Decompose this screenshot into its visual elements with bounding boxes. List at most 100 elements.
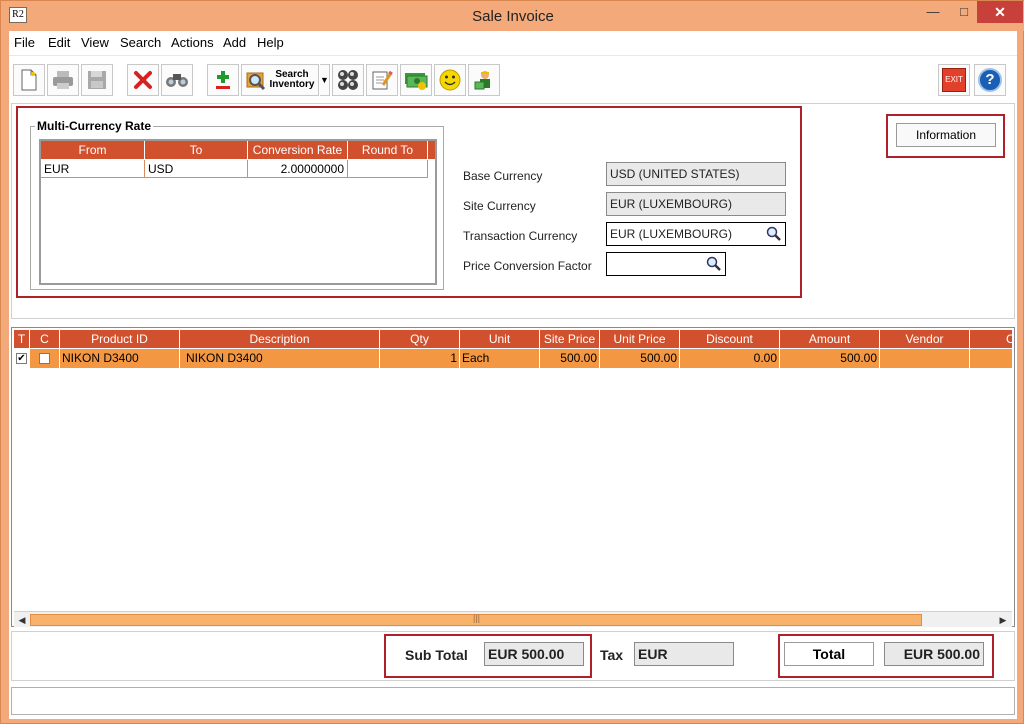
menu-edit[interactable]: Edit <box>48 35 70 50</box>
base-currency-label: Base Currency <box>463 169 543 183</box>
col-vendor[interactable]: Vendor <box>880 330 970 348</box>
scroll-left-icon[interactable]: ◀ <box>15 613 29 627</box>
transaction-currency-search-icon[interactable] <box>766 226 782 242</box>
add-plus-icon <box>216 71 230 89</box>
tax-field: EUR <box>634 642 734 666</box>
col-unit[interactable]: Unit <box>460 330 540 348</box>
menu-bar: File Edit View Search Actions Add Help <box>9 31 1017 53</box>
col-c[interactable]: C <box>30 330 60 348</box>
salesperson-button[interactable] <box>468 64 500 96</box>
menu-file[interactable]: File <box>14 35 35 50</box>
customer-button[interactable] <box>434 64 466 96</box>
maximize-icon[interactable]: □ <box>950 1 978 23</box>
site-currency-field: EUR (LUXEMBOURG) <box>606 192 786 216</box>
save-button[interactable] <box>81 64 113 96</box>
row-qty[interactable]: 1 <box>380 349 460 368</box>
col-product-id[interactable]: Product ID <box>60 330 180 348</box>
minimize-icon[interactable]: — <box>919 1 947 23</box>
mc-cell-round-to[interactable] <box>348 160 428 178</box>
horizontal-scrollbar[interactable]: ◀ ||| ▶ <box>14 611 1012 627</box>
query-circles-icon <box>338 70 358 90</box>
notes-button[interactable] <box>366 64 398 96</box>
col-c-extra[interactable]: C <box>970 330 1015 348</box>
help-button[interactable]: ? <box>974 64 1006 96</box>
multi-currency-table: From To Conversion Rate Round To EUR USD… <box>39 139 437 285</box>
payment-button[interactable] <box>400 64 432 96</box>
scroll-grip: ||| <box>473 613 481 623</box>
exit-button[interactable]: EXIT <box>938 64 970 96</box>
menu-add[interactable]: Add <box>223 35 246 50</box>
multi-currency-rate-legend: Multi-Currency Rate <box>35 119 154 133</box>
price-conversion-factor-field[interactable] <box>606 252 726 276</box>
mc-cell-rate[interactable]: 2.00000000 <box>248 160 348 178</box>
col-discount[interactable]: Discount <box>680 330 780 348</box>
money-icon <box>405 73 428 90</box>
row-product-id[interactable]: NIKON D3400 <box>60 349 180 368</box>
menu-view[interactable]: View <box>81 35 109 50</box>
new-document-button[interactable] <box>13 64 45 96</box>
mc-col-from[interactable]: From <box>41 141 145 159</box>
menu-search[interactable]: Search <box>120 35 161 50</box>
smiley-icon <box>439 69 461 91</box>
window-title: Sale Invoice <box>472 8 554 25</box>
line-items-grid: T C Product ID Description Qty Unit Site… <box>11 327 1015 627</box>
scroll-thumb[interactable]: ||| <box>30 613 922 626</box>
total-label: Total <box>784 642 874 666</box>
col-description[interactable]: Description <box>180 330 380 348</box>
print-button[interactable] <box>47 64 79 96</box>
help-icon: ? <box>978 68 1002 92</box>
transaction-currency-value: EUR (LUXEMBOURG) <box>610 227 733 241</box>
row-unit[interactable]: Each <box>460 349 540 368</box>
search-inventory-label-2: Inventory <box>269 79 315 90</box>
mc-col-conversion-rate[interactable]: Conversion Rate <box>248 141 348 159</box>
col-qty[interactable]: Qty <box>380 330 460 348</box>
close-icon[interactable]: ✕ <box>977 1 1023 23</box>
row-amount[interactable]: 500.00 <box>780 349 880 368</box>
title-bar: R2 Sale Invoice — □ ✕ <box>1 1 1024 31</box>
base-currency-field: USD (UNITED STATES) <box>606 162 786 186</box>
transaction-currency-field[interactable]: EUR (LUXEMBOURG) <box>606 222 786 246</box>
row-t-checkbox[interactable]: ✔ <box>16 353 27 364</box>
row-c-checkbox[interactable] <box>39 353 50 364</box>
client-area: File Edit View Search Actions Add Help S… <box>9 31 1017 719</box>
total-field: EUR 500.00 <box>884 642 984 666</box>
sub-total-field: EUR 500.00 <box>484 642 584 666</box>
totals-panel: Sub Total EUR 500.00 Tax EUR Total EUR 5… <box>11 631 1015 681</box>
toolbar: Search Inventory ▼ EXIT ? <box>9 55 1017 101</box>
mc-col-to[interactable]: To <box>145 141 248 159</box>
price-conversion-factor-label: Price Conversion Factor <box>463 259 592 273</box>
sale-invoice-window: R2 Sale Invoice — □ ✕ File Edit View Sea… <box>0 0 1024 724</box>
row-unit-price[interactable]: 500.00 <box>600 349 680 368</box>
mc-col-round-to[interactable]: Round To <box>348 141 428 159</box>
exit-icon: EXIT <box>942 68 966 92</box>
col-t[interactable]: T <box>14 330 30 348</box>
row-vendor[interactable] <box>880 349 970 368</box>
row-site-price[interactable]: 500.00 <box>540 349 600 368</box>
col-amount[interactable]: Amount <box>780 330 880 348</box>
status-bar <box>11 687 1015 715</box>
transaction-currency-label: Transaction Currency <box>463 229 578 243</box>
scroll-right-icon[interactable]: ▶ <box>996 613 1010 627</box>
menu-actions[interactable]: Actions <box>171 35 214 50</box>
save-disk-icon <box>88 71 106 89</box>
row-discount[interactable]: 0.00 <box>680 349 780 368</box>
row-description[interactable]: NIKON D3400 <box>180 349 380 368</box>
search-inventory-dropdown[interactable]: ▼ <box>320 64 330 96</box>
add-line-button[interactable] <box>207 64 239 96</box>
col-site-price[interactable]: Site Price <box>540 330 600 348</box>
query-button[interactable] <box>332 64 364 96</box>
information-button[interactable]: Information <box>896 123 996 147</box>
find-button[interactable] <box>161 64 193 96</box>
mc-cell-from[interactable]: EUR <box>41 160 145 178</box>
worker-money-icon <box>474 71 490 90</box>
currency-panel: Multi-Currency Rate From To Conversion R… <box>11 103 1015 319</box>
mc-cell-to[interactable]: USD <box>145 160 248 178</box>
price-conversion-factor-search-icon[interactable] <box>706 256 722 272</box>
new-document-icon <box>21 69 37 91</box>
menu-help[interactable]: Help <box>257 35 284 50</box>
binoculars-icon <box>166 74 188 87</box>
col-unit-price[interactable]: Unit Price <box>600 330 680 348</box>
search-inventory-button[interactable]: Search Inventory <box>241 64 319 96</box>
tax-label: Tax <box>600 647 624 663</box>
delete-button[interactable] <box>127 64 159 96</box>
